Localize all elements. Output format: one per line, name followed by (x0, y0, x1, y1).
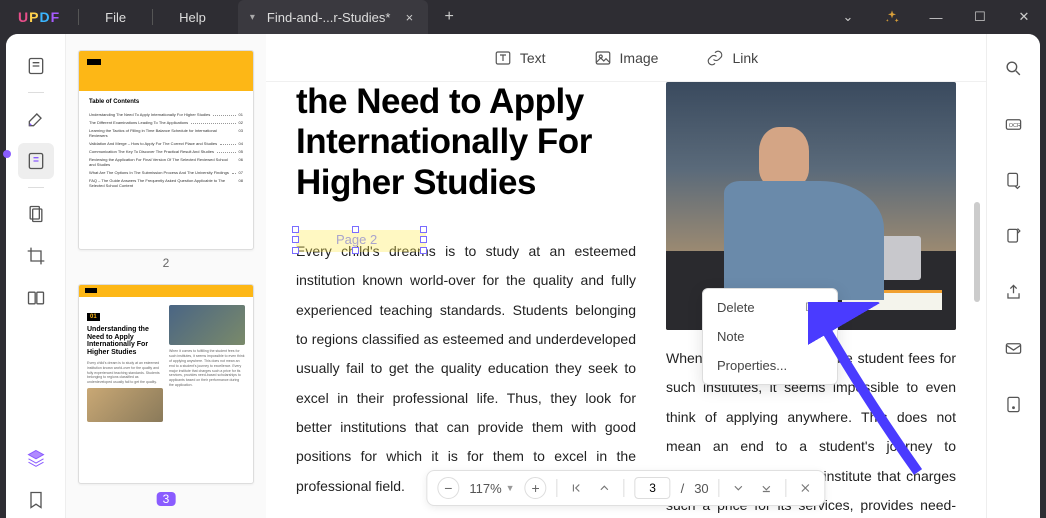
export-button[interactable] (996, 218, 1032, 254)
main-area: Text Image Link the Need to Apply Intern… (266, 34, 986, 518)
convert-icon (1004, 171, 1023, 190)
selection-handle[interactable] (352, 247, 359, 254)
image-icon (594, 49, 612, 67)
indicator-dot (3, 150, 11, 158)
menu-file[interactable]: File (79, 10, 152, 25)
prev-page-button[interactable] (596, 481, 614, 495)
reader-tool[interactable] (18, 48, 54, 84)
last-page-button[interactable] (758, 481, 776, 495)
right-toolbar: OCR (986, 34, 1040, 518)
print-button[interactable] (996, 386, 1032, 422)
titlebar-dropdown[interactable]: ⌄ (826, 9, 870, 25)
selection-handle[interactable] (420, 247, 427, 254)
highlighter-tool[interactable] (18, 101, 54, 137)
left-toolbar (6, 34, 66, 518)
thumbnail-number: 2 (78, 256, 254, 270)
selection-handle[interactable] (292, 247, 299, 254)
print-icon (1004, 395, 1023, 414)
mail-icon (1004, 339, 1023, 358)
search-button[interactable] (996, 50, 1032, 86)
chapter-badge: 01 (87, 313, 100, 321)
share-icon (1004, 283, 1023, 302)
selection-handle[interactable] (292, 226, 299, 233)
zoom-out-button[interactable]: − (437, 477, 459, 499)
app-body: Table of Contents Understanding The Need… (6, 34, 1040, 518)
titlebar: UPDF File Help ▾ Find-and-...r-Studies* … (0, 0, 1046, 34)
zoom-in-button[interactable]: + (525, 477, 547, 499)
selection-handle[interactable] (420, 226, 427, 233)
edit-text-tool[interactable] (18, 143, 54, 179)
sparkle-icon (884, 9, 900, 25)
image-tool-button[interactable]: Image (594, 49, 659, 67)
zoom-page-bar: − 117% ▼ + / 30 (426, 470, 825, 506)
convert-button[interactable] (996, 162, 1032, 198)
selection-handle[interactable] (292, 236, 299, 243)
export-icon (1004, 227, 1023, 246)
page-label-handle[interactable]: Page 2 (336, 232, 377, 247)
thumbnail-panel: Table of Contents Understanding The Need… (66, 34, 266, 518)
thumbnail-number-active: 3 (157, 492, 176, 506)
new-tab-button[interactable]: + (428, 8, 469, 26)
tab-title: Find-and-...r-Studies* (267, 10, 391, 25)
link-icon (706, 49, 724, 67)
ai-assistant-button[interactable] (878, 3, 906, 31)
svg-text:OCR: OCR (1009, 122, 1021, 128)
text-tool-button[interactable]: Text (494, 49, 546, 67)
page-sep: / (681, 481, 685, 496)
selection-handle[interactable] (420, 236, 427, 243)
ocr-button[interactable]: OCR (996, 106, 1032, 142)
text-icon (494, 49, 512, 67)
document-tab[interactable]: ▾ Find-and-...r-Studies* × (238, 0, 429, 34)
tab-close-button[interactable]: × (402, 10, 416, 25)
zoom-level[interactable]: 117% ▼ (469, 481, 514, 496)
chapter-title: Understanding the Need to Apply Internat… (87, 326, 163, 357)
window-minimize-button[interactable]: — (914, 10, 958, 25)
menu-help[interactable]: Help (153, 10, 232, 25)
link-tool-button[interactable]: Link (706, 49, 758, 67)
edit-toolbar: Text Image Link (266, 34, 986, 82)
compare-tool[interactable] (18, 280, 54, 316)
email-button[interactable] (996, 330, 1032, 366)
first-page-button[interactable] (568, 481, 586, 495)
layers-tool[interactable] (18, 440, 54, 476)
share-button[interactable] (996, 274, 1032, 310)
window-maximize-button[interactable]: ☐ (958, 9, 1002, 25)
bookmark-tool[interactable] (18, 482, 54, 518)
next-page-button[interactable] (730, 481, 748, 495)
ocr-icon: OCR (1004, 115, 1023, 134)
app-logo: UPDF (0, 9, 78, 25)
document-heading: the Need to Apply Internationally For Hi… (296, 82, 636, 203)
toc-title: Table of Contents (79, 91, 253, 109)
search-icon (1004, 59, 1023, 78)
page-tool[interactable] (18, 196, 54, 232)
page-number-input[interactable] (635, 477, 671, 499)
thumbnail-page-3[interactable]: 01 Understanding the Need to Apply Inter… (78, 284, 254, 484)
selection-handle[interactable] (352, 226, 359, 233)
thumbnail-page-2[interactable]: Table of Contents Understanding The Need… (78, 50, 254, 250)
scrollbar[interactable] (974, 202, 980, 302)
tab-chevron-icon: ▾ (250, 12, 255, 23)
page-total: 30 (694, 481, 708, 496)
crop-tool[interactable] (18, 238, 54, 274)
window-close-button[interactable]: ✕ (1002, 9, 1046, 25)
document-paragraph-left: Every child's dreams is to study at an e… (296, 237, 636, 502)
annotation-arrow (808, 302, 938, 492)
